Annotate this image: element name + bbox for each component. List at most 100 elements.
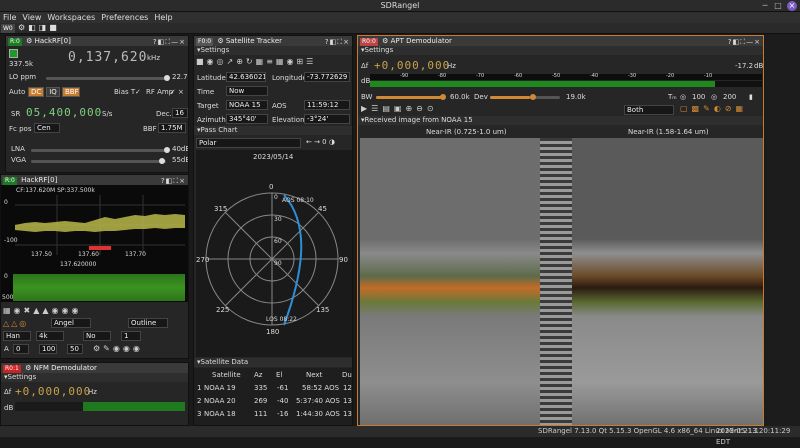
satellite-data-section[interactable]: ▾Satellite Data: [194, 358, 352, 367]
menu-preferences[interactable]: Preferences: [98, 12, 151, 23]
nfm-db-label: dB: [4, 404, 14, 412]
time-select[interactable]: Now: [226, 86, 268, 96]
bbf-filter-select[interactable]: 1.75M: [158, 123, 186, 133]
rf-amp-checkbox[interactable]: ✓: [170, 88, 176, 96]
trash-icon[interactable]: ▮: [749, 93, 753, 101]
table-row[interactable]: 2 NOAA 20 269 -40 5:37:40 AOS 13: [194, 395, 352, 407]
workspace-tool-icons[interactable]: ⚙◧◨■: [18, 23, 60, 32]
sat-badge: F0:0: [196, 38, 214, 46]
spectrum-info: CF:137.620M SP:337.500k: [16, 187, 95, 194]
iq-button[interactable]: IQ: [46, 87, 60, 97]
averaging-select[interactable]: 1: [121, 331, 141, 341]
center-frequency-dial[interactable]: 0,137,620: [68, 50, 147, 65]
status-bar: SDRangel 7.13.0 Qt 5.15.3 OpenGL 4.6 x86…: [0, 426, 800, 446]
apt-level-unit: dB: [754, 62, 764, 70]
spectrum-display[interactable]: CF:137.620M SP:337.500k 0 -100 137.50 13…: [1, 185, 188, 272]
nfm-frequency-unit: Hz: [88, 388, 97, 396]
palette-select[interactable]: Angel: [51, 318, 91, 328]
col-satellite[interactable]: Satellite: [212, 371, 241, 379]
apt-settings-section[interactable]: ▾Settings: [358, 46, 763, 55]
col-duration[interactable]: Du: [342, 371, 352, 379]
tmin-knob[interactable]: ◎: [680, 93, 686, 101]
apt-image-controls[interactable]: ▶☰▤▣⊕⊖⊙: [361, 104, 438, 113]
start-stop-button[interactable]: [9, 49, 18, 58]
gear-icon[interactable]: ⚙: [382, 37, 388, 45]
col-next[interactable]: Next: [306, 371, 322, 379]
dc-button[interactable]: DC: [28, 87, 44, 97]
gear-icon[interactable]: ⚙: [217, 37, 223, 45]
spectrum-controls-row1[interactable]: ▦◉✖▲▲◉◉◉: [3, 306, 82, 315]
table-row[interactable]: 1 NOAA 19 335 -61 58:52 AOS 12: [194, 382, 352, 394]
table-row[interactable]: 3 NOAA 18 111 -16 1:44:30 AOS 13: [194, 408, 352, 420]
waterfall-display[interactable]: 0 500: [1, 272, 188, 302]
gear-icon[interactable]: ⚙: [25, 364, 31, 372]
menu-help[interactable]: Help: [151, 12, 175, 23]
ref-level-field[interactable]: 100: [39, 344, 57, 354]
longitude-field[interactable]: -73.772629: [304, 72, 350, 82]
apt-window-icons[interactable]: ?◧⛶—×: [728, 37, 761, 46]
spectrum-x-label-2: 137.60: [78, 251, 99, 258]
decimation-select[interactable]: 16: [172, 108, 188, 118]
lo-ppm-slider[interactable]: [46, 75, 170, 81]
sat-panel-title: Satellite Tracker: [225, 37, 283, 45]
sat-settings-section[interactable]: ▾Settings: [194, 46, 352, 55]
lna-value: 40dB: [172, 145, 189, 153]
fc-pos-label: Fc pos: [9, 125, 32, 133]
averaging-mode-select[interactable]: No: [83, 331, 111, 341]
chart-type-select[interactable]: Polar: [196, 138, 301, 148]
omin-knob[interactable]: ◎: [711, 93, 717, 101]
channel-marker[interactable]: [89, 246, 111, 250]
fft-size-select[interactable]: 4k: [36, 331, 64, 341]
a-field[interactable]: 0: [13, 344, 29, 354]
gear-icon[interactable]: ⚙: [26, 37, 32, 45]
spectrum-controls-row2[interactable]: △△◎: [3, 319, 28, 328]
menu-view[interactable]: View: [19, 12, 44, 23]
workspace-label[interactable]: W0: [1, 24, 15, 33]
maximize-icon[interactable]: □: [773, 1, 783, 11]
nfm-settings-section[interactable]: ▾Settings: [1, 373, 188, 382]
range-field[interactable]: 50: [67, 344, 83, 354]
close-small-icon[interactable]: ×: [178, 88, 184, 96]
bw-slider[interactable]: [376, 94, 446, 100]
panel-window-icons[interactable]: ?◧⛶—×: [153, 37, 186, 46]
sat-window-icons[interactable]: ?◧⛶×: [325, 37, 350, 46]
auto-label: Auto: [9, 88, 26, 96]
bbf-button[interactable]: BBF: [62, 87, 80, 97]
nfm-frequency-dial[interactable]: +0,000,000: [15, 385, 91, 398]
sample-rate-readout: 337.5k: [9, 60, 34, 68]
pass-chart-section[interactable]: ▾Pass Chart: [194, 126, 352, 135]
pass-nav-icons[interactable]: ← → 0 ◑: [306, 138, 335, 146]
bias-t-checkbox[interactable]: ✓: [135, 88, 141, 96]
apt-satellite-image[interactable]: [360, 138, 763, 425]
spectrum-controls-row3[interactable]: ⚙✎◉◉◉: [93, 344, 143, 353]
sync-bars: [540, 138, 572, 425]
fc-pos-select[interactable]: Cen: [34, 123, 60, 133]
col-az[interactable]: Az: [254, 371, 262, 379]
sample-rate-dial[interactable]: 05,400,000: [26, 106, 102, 119]
dev-label: Dev: [474, 93, 488, 101]
spectrum-window-icons[interactable]: ?◧⛶×: [161, 176, 186, 185]
apt-demodulator-panel: R0:0 ⚙ APT Demodulator ?◧⛶—× ▾Settings Δ…: [357, 35, 764, 426]
latitude-field[interactable]: 42.636021: [226, 72, 266, 82]
spectrum-panel-title: HackRF[0]: [21, 176, 58, 184]
sat-toolbar-icons[interactable]: ■◉◎↗⊕↻▦≡▦◉⊞☰: [196, 57, 316, 66]
received-image-section[interactable]: ▾Received image from NOAA 15: [358, 116, 763, 125]
panel-title: HackRF[0]: [34, 37, 71, 45]
apt-processing-icons[interactable]: ▢▩✎◐⊘▦: [680, 104, 747, 113]
radius-90: 90: [274, 260, 282, 267]
menu-workspaces[interactable]: Workspaces: [44, 12, 98, 23]
lna-slider[interactable]: [31, 147, 170, 153]
vga-slider[interactable]: [31, 158, 166, 164]
dev-slider[interactable]: [490, 94, 560, 100]
target-select[interactable]: NOAA 15: [226, 100, 268, 110]
window-function-select[interactable]: Han: [3, 331, 31, 341]
trace-style-select[interactable]: Outline: [128, 318, 168, 328]
latitude-label: Latitude: [197, 74, 226, 82]
waterfall-label-bottom: 500: [2, 294, 14, 301]
close-icon[interactable]: ×: [787, 1, 797, 11]
apt-frequency-dial[interactable]: +0,000,000: [374, 59, 450, 72]
channels-select[interactable]: Both: [624, 105, 674, 115]
minimize-icon[interactable]: ─: [760, 1, 770, 11]
menu-file[interactable]: File: [0, 12, 19, 23]
col-el[interactable]: El: [276, 371, 282, 379]
